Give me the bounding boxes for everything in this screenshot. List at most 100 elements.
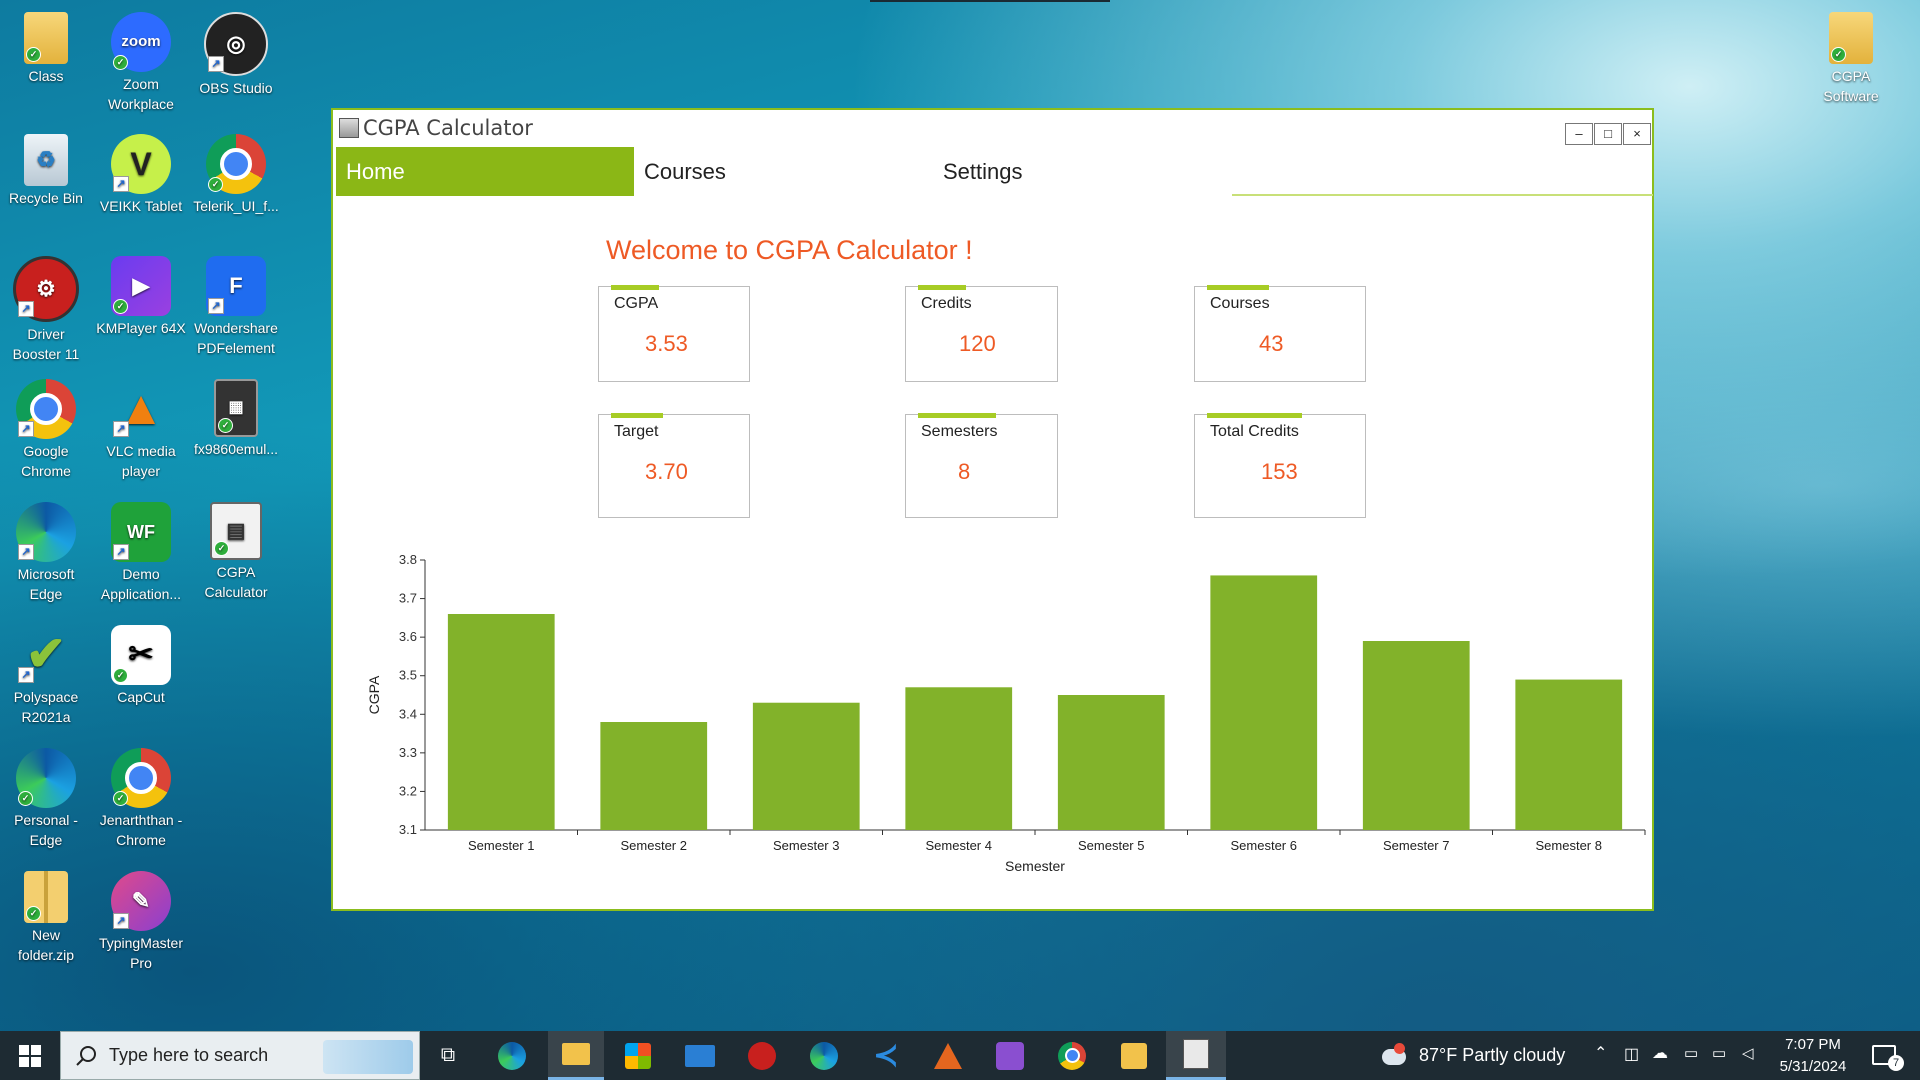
taskbar-driver-booster[interactable]: [734, 1031, 790, 1080]
desktop-icon-telerik[interactable]: ✓ Telerik_UI_f...: [188, 128, 284, 216]
stat-label: Courses: [1210, 295, 1270, 312]
y-tick-label: 3.4: [399, 706, 417, 721]
desktop-icon-recycle-bin[interactable]: ♻ Recycle Bin: [0, 128, 94, 208]
desktop-icon-jenarththan-chrome[interactable]: ✓ Jenarththan - Chrome: [93, 742, 189, 850]
start-button[interactable]: [2, 1031, 58, 1080]
desktop-icon-microsoft-edge[interactable]: ↗ Microsoft Edge: [0, 496, 94, 604]
desktop-icon-typingmaster[interactable]: ✎ ↗ TypingMaster Pro: [93, 865, 189, 973]
clock-date: 5/31/2024: [1779, 1058, 1847, 1075]
meet-now-icon[interactable]: ◫: [1624, 1044, 1639, 1064]
desktop-icon-fx9860[interactable]: ▦ ✓ fx9860emul...: [188, 373, 284, 459]
chrome-icon: ✓: [111, 748, 171, 808]
y-tick-label: 3.7: [399, 591, 417, 606]
desktop-icon-google-chrome[interactable]: ↗ Google Chrome: [0, 373, 94, 481]
stat-card-courses: Courses 43: [1194, 285, 1366, 382]
stat-value: 153: [1261, 459, 1298, 484]
desktop-icon-label: New folder.zip: [17, 927, 75, 963]
edge-icon: ↗: [16, 502, 76, 562]
desktop-icon-kmplayer[interactable]: ▶ ✓ KMPlayer 64X: [93, 250, 189, 338]
desktop-icon-veikk[interactable]: V ↗ VEIKK Tablet: [93, 128, 189, 216]
chart-bar: [1515, 679, 1623, 830]
volume-icon[interactable]: ◁: [1742, 1044, 1754, 1062]
desktop-icon-capcut[interactable]: ✂ ✓ CapCut: [93, 619, 189, 707]
desktop-icon-new-folder-zip[interactable]: ✓ New folder.zip: [0, 865, 94, 965]
cgpa-calculator-icon: ▤ ✓: [210, 502, 262, 560]
matlab-icon: [934, 1042, 962, 1069]
chart-bar: [1362, 641, 1470, 830]
desktop-icon-label: OBS Studio: [199, 80, 273, 96]
network-icon[interactable]: ▭: [1712, 1044, 1726, 1062]
chart-bar: [600, 722, 708, 830]
stat-label: Total Credits: [1210, 423, 1299, 440]
snip-icon: [1121, 1042, 1147, 1069]
desktop-icon-demo-application[interactable]: WF ↗ Demo Application...: [93, 496, 189, 604]
maximize-button[interactable]: □: [1594, 123, 1622, 145]
desktop-icon-zoom[interactable]: zoom ✓ Zoom Workplace: [93, 6, 189, 114]
tab-courses[interactable]: Courses: [634, 147, 932, 196]
clock-time: 7:07 PM: [1785, 1036, 1841, 1053]
cgpa-bar-chart: 3.1 3.2 3.3 3.4 3.5 3.6 3.7 3.8 Semester 1 Semest…: [366, 552, 1646, 874]
taskbar-file-explorer[interactable]: [548, 1031, 604, 1080]
task-view-button[interactable]: ⧉: [420, 1031, 476, 1080]
weather-text[interactable]: 87°F Partly cloudy: [1419, 1045, 1565, 1066]
taskbar-cgpa-calculator[interactable]: [1166, 1031, 1226, 1080]
desktop-icon-label: fx9860emul...: [193, 441, 279, 457]
taskbar-vscode[interactable]: ≺: [858, 1031, 914, 1080]
minimize-button[interactable]: –: [1565, 123, 1593, 145]
chart-bar: [1057, 695, 1165, 830]
taskbar-visual-studio[interactable]: [982, 1031, 1038, 1080]
desktop-icon-label: CGPA Calculator: [204, 564, 268, 600]
driver-booster-icon: ⚙ ↗: [13, 256, 79, 322]
battery-icon[interactable]: ▭: [1684, 1044, 1698, 1062]
folder-icon: ✓: [24, 12, 68, 64]
taskbar-chrome[interactable]: [1044, 1031, 1100, 1080]
vscode-icon: ≺: [873, 1039, 899, 1072]
tab-home[interactable]: Home: [336, 147, 634, 196]
taskbar: Type here to search ⧉ ≺ 87°F Partly clou…: [0, 1031, 1920, 1080]
chrome-icon: [1058, 1041, 1086, 1070]
capcut-icon: ✂ ✓: [111, 625, 171, 685]
x-tick-label: Semester 7: [1383, 838, 1449, 853]
stat-value: 43: [1259, 331, 1284, 356]
visual-studio-icon: [996, 1041, 1024, 1070]
desktop-icon-label: Microsoft Edge: [17, 566, 75, 602]
zip-folder-icon: ✓: [24, 871, 68, 923]
desktop-icon-label: KMPlayer 64X: [96, 320, 186, 336]
show-hidden-icons-button[interactable]: ⌃: [1594, 1043, 1607, 1063]
desktop-icon-label: TypingMaster Pro: [98, 935, 184, 971]
desktop-icon-driver-booster[interactable]: ⚙ ↗ Driver Booster 11: [0, 250, 94, 364]
desktop-icon-vlc[interactable]: ▲ ↗ VLC media player: [93, 373, 189, 481]
taskbar-mail[interactable]: [672, 1031, 728, 1080]
stat-label: CGPA: [614, 295, 659, 312]
title-bar[interactable]: CGPA Calculator – □ ×: [333, 110, 1652, 146]
onedrive-icon[interactable]: ☁: [1652, 1043, 1668, 1063]
typingmaster-icon: ✎ ↗: [111, 871, 171, 931]
taskbar-edge-2[interactable]: [796, 1031, 852, 1080]
x-axis-title: Semester: [1005, 858, 1065, 874]
x-tick-label: Semester 6: [1231, 838, 1297, 853]
taskbar-store[interactable]: [610, 1031, 666, 1080]
taskbar-search[interactable]: Type here to search: [60, 1031, 420, 1080]
taskbar-snip[interactable]: [1106, 1031, 1162, 1080]
notification-center-button[interactable]: 7: [1870, 1039, 1904, 1073]
file-explorer-icon: [562, 1043, 590, 1065]
driver-booster-icon: [748, 1041, 776, 1070]
close-button[interactable]: ×: [1623, 123, 1651, 145]
wf-icon: WF ↗: [111, 502, 171, 562]
stat-label: Credits: [921, 295, 972, 312]
desktop-icon-cgpa-calculator[interactable]: ▤ ✓ CGPA Calculator: [188, 496, 284, 602]
desktop-icon-cgpa-software[interactable]: ✓ CGPA Software: [1803, 6, 1899, 106]
windows-icon: [19, 1044, 41, 1067]
tab-bar: Home Courses Settings: [336, 147, 1653, 196]
taskbar-matlab[interactable]: [920, 1031, 976, 1080]
desktop-icon-class[interactable]: ✓ Class: [0, 6, 94, 86]
taskbar-clock[interactable]: 7:07 PM 5/31/2024: [1770, 1034, 1856, 1078]
tab-settings[interactable]: Settings: [933, 147, 1231, 196]
desktop-icon-label: CGPA Software: [1823, 68, 1879, 104]
desktop-icon-personal-edge[interactable]: ✓ Personal - Edge: [0, 742, 94, 850]
desktop-icon-pdfelement[interactable]: F ↗ Wondershare PDFelement: [188, 250, 284, 358]
stat-value: 120: [959, 331, 996, 356]
taskbar-edge[interactable]: [484, 1031, 540, 1080]
desktop-icon-polyspace[interactable]: ✔ ↗ Polyspace R2021a: [0, 619, 94, 727]
desktop-icon-obs[interactable]: ◎ ↗ OBS Studio: [188, 6, 284, 98]
